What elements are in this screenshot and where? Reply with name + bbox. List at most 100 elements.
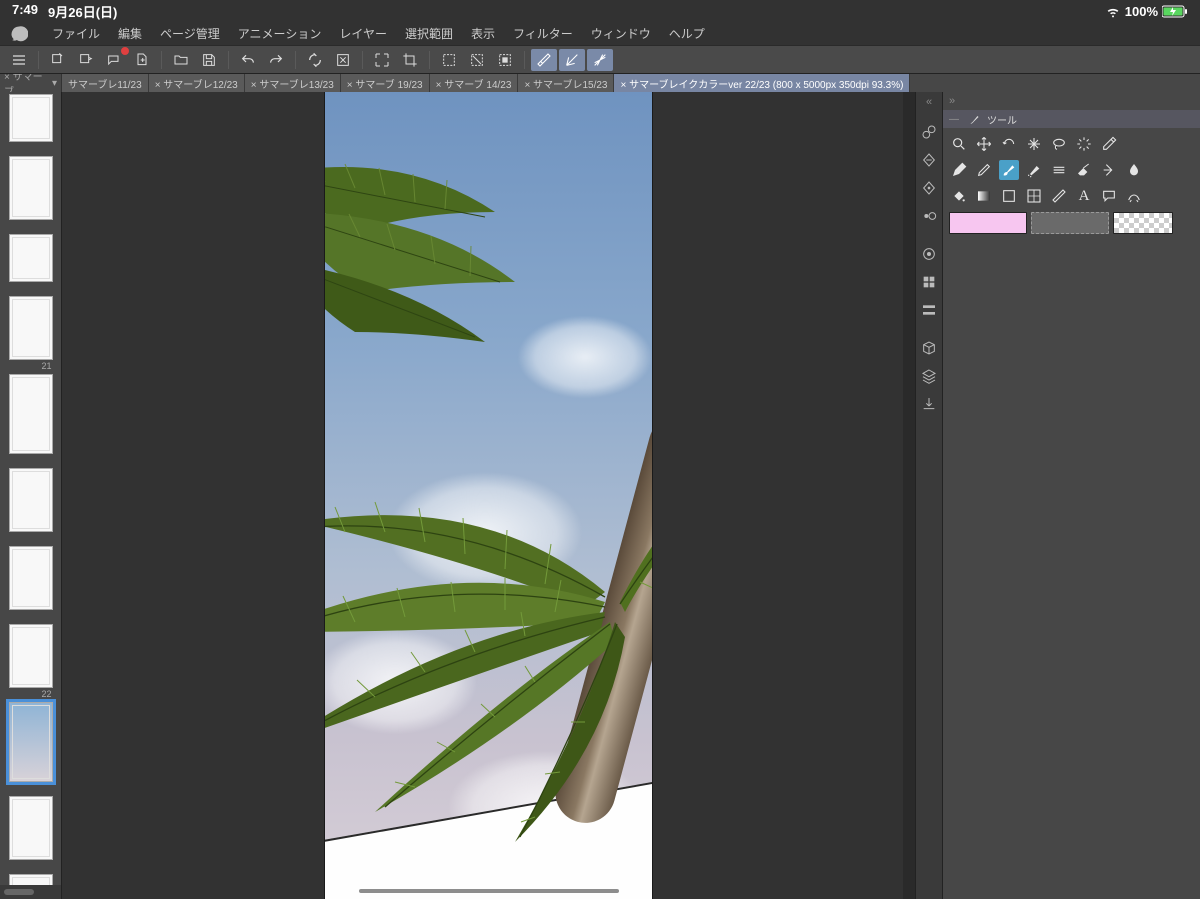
tab-item[interactable]: × サマーブレ12/23: [149, 74, 245, 92]
color-set-icon[interactable]: [921, 274, 937, 290]
menu-help[interactable]: ヘルプ: [669, 25, 705, 42]
new-page-icon[interactable]: [129, 49, 155, 71]
tab-side-label[interactable]: × サマーブ▾: [0, 74, 62, 92]
crop-icon[interactable]: [397, 49, 423, 71]
lasso-tool-icon[interactable]: [1049, 134, 1069, 154]
balloon-tool-icon[interactable]: [1099, 186, 1119, 206]
page-thumbnail[interactable]: [9, 796, 53, 860]
page-thumbnail[interactable]: [9, 296, 53, 360]
ipad-home-indicator[interactable]: [359, 889, 619, 893]
wand-tool-icon[interactable]: [1074, 134, 1094, 154]
brush-size-icon[interactable]: [921, 208, 937, 224]
main-toolbar: [0, 46, 1200, 74]
redo-icon[interactable]: [263, 49, 289, 71]
page-thumbnail[interactable]: [9, 468, 53, 532]
menu-animation[interactable]: アニメーション: [238, 25, 322, 42]
material-icon[interactable]: [921, 340, 937, 356]
snap-perspective-icon[interactable]: [559, 49, 585, 71]
page-thumbnail[interactable]: [9, 234, 53, 282]
undo-icon[interactable]: [235, 49, 261, 71]
tool-panel-header[interactable]: — ツール: [943, 110, 1200, 128]
page-thumbnail-strip: 212223: [0, 92, 62, 899]
pencil-tool-icon[interactable]: [974, 160, 994, 180]
menu-file[interactable]: ファイル: [52, 25, 100, 42]
new-bubble-icon[interactable]: [101, 49, 127, 71]
strip-resize-handle[interactable]: [0, 885, 61, 899]
edit-icon[interactable]: [45, 49, 71, 71]
subtool-icon[interactable]: [921, 152, 937, 168]
brush-tool-icon[interactable]: [999, 160, 1019, 180]
gradient-tool-icon[interactable]: [974, 186, 994, 206]
frame-tool-icon[interactable]: [1024, 186, 1044, 206]
page-thumbnail[interactable]: 22: [9, 702, 53, 782]
brush-icon: [969, 113, 981, 125]
chevron-down-icon[interactable]: ▾: [52, 78, 57, 89]
menu-selection[interactable]: 選択範囲: [405, 25, 453, 42]
menu-view[interactable]: 表示: [471, 25, 495, 42]
canvas[interactable]: [325, 92, 652, 899]
tab-item[interactable]: × サマーブレ13/23: [245, 74, 341, 92]
panel-collapse-icon[interactable]: »: [949, 95, 955, 107]
page-thumbnail[interactable]: 21: [9, 374, 53, 454]
clear-icon[interactable]: [330, 49, 356, 71]
hamburger-icon[interactable]: [6, 49, 32, 71]
deselect-icon[interactable]: [464, 49, 490, 71]
transform-tool-icon[interactable]: [1024, 134, 1044, 154]
fill-tool-icon[interactable]: [949, 186, 969, 206]
blur-tool-icon[interactable]: [1124, 160, 1144, 180]
tab-item[interactable]: サマーブレ11/23: [62, 74, 149, 92]
transparent-color-swatch[interactable]: [1113, 212, 1173, 234]
battery-icon: [1162, 5, 1188, 18]
blend-tool-icon[interactable]: [1099, 160, 1119, 180]
foreground-color-swatch[interactable]: [949, 212, 1027, 234]
fit-screen-icon[interactable]: [369, 49, 395, 71]
page-thumbnail[interactable]: [9, 546, 53, 610]
menu-page[interactable]: ページ管理: [160, 25, 220, 42]
right-tray: «: [915, 92, 943, 899]
rotate-tool-icon[interactable]: [999, 134, 1019, 154]
pen-tool-icon[interactable]: [949, 160, 969, 180]
figure-tool-icon[interactable]: [999, 186, 1019, 206]
refresh-icon[interactable]: [302, 49, 328, 71]
menu-bar: ファイル 編集 ページ管理 アニメーション レイヤー 選択範囲 表示 フィルター…: [0, 22, 1200, 46]
zoom-tool-icon[interactable]: [949, 134, 969, 154]
eyedropper-tool-icon[interactable]: [1099, 134, 1119, 154]
invert-select-icon[interactable]: [492, 49, 518, 71]
page-thumbnail[interactable]: [9, 624, 53, 688]
tab-item[interactable]: × サマーブレ15/23: [518, 74, 614, 92]
airbrush-tool-icon[interactable]: [1024, 160, 1044, 180]
quick-access-icon[interactable]: [921, 124, 937, 140]
page-thumbnail[interactable]: [9, 94, 53, 142]
menu-edit[interactable]: 編集: [118, 25, 142, 42]
download-icon[interactable]: [921, 396, 937, 412]
tool-property-icon[interactable]: [921, 180, 937, 196]
app-logo-icon[interactable]: [10, 25, 28, 43]
correction-tool-icon[interactable]: [1124, 186, 1144, 206]
wifi-icon: [1105, 3, 1121, 19]
tab-item[interactable]: × サマーブ 14/23: [430, 74, 519, 92]
menu-filter[interactable]: フィルター: [513, 25, 573, 42]
tool-row-3: A: [949, 186, 1194, 206]
deco-tool-icon[interactable]: [1049, 160, 1069, 180]
page-thumbnail[interactable]: [9, 156, 53, 220]
snap-grid-icon[interactable]: [587, 49, 613, 71]
tab-item-active[interactable]: × サマーブレイクカラーver 22/23 (800 x 5000px 350d…: [614, 74, 910, 92]
save-icon[interactable]: [196, 49, 222, 71]
select-rect-icon[interactable]: [436, 49, 462, 71]
menu-layer[interactable]: レイヤー: [339, 25, 387, 42]
export-icon[interactable]: [73, 49, 99, 71]
eraser-tool-icon[interactable]: [1074, 160, 1094, 180]
background-color-swatch[interactable]: [1031, 212, 1109, 234]
canvas-scrollbar[interactable]: [903, 92, 915, 899]
page-thumbnail[interactable]: [9, 874, 53, 885]
tab-item[interactable]: × サマーブ 19/23: [341, 74, 430, 92]
open-icon[interactable]: [168, 49, 194, 71]
menu-window[interactable]: ウィンドウ: [591, 25, 651, 42]
text-tool-icon[interactable]: A: [1074, 186, 1094, 206]
layer-icon[interactable]: [921, 368, 937, 384]
color-slider-icon[interactable]: [921, 302, 937, 318]
snap-ruler-icon[interactable]: [531, 49, 557, 71]
color-wheel-icon[interactable]: [921, 246, 937, 262]
move-tool-icon[interactable]: [974, 134, 994, 154]
ruler-tool-icon[interactable]: [1049, 186, 1069, 206]
